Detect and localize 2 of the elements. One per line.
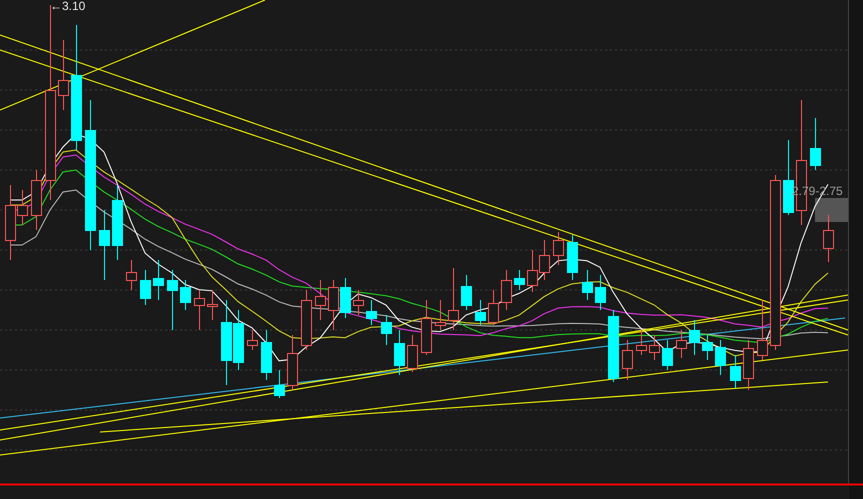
high-price-label: ←3.10 <box>50 0 86 13</box>
price-range-box <box>815 198 848 222</box>
